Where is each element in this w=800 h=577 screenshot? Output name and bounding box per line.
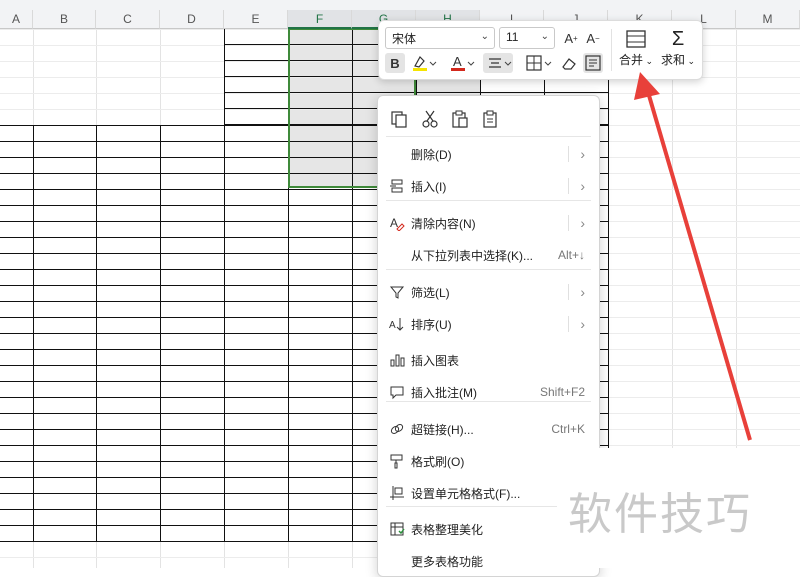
menu-item-label: 插入(I)	[411, 179, 447, 194]
menu-item[interactable]: 删除(D) ›	[378, 140, 599, 168]
chevron-right-icon: ›	[580, 316, 585, 332]
link-icon	[388, 420, 406, 438]
chevron-right-icon: ›	[580, 146, 585, 162]
bold-button[interactable]: B	[385, 53, 405, 73]
sigma-icon: Σ	[671, 27, 685, 50]
menu-item[interactable]: A 排序(U) ›	[378, 310, 599, 338]
submenu-divider	[568, 215, 569, 231]
shortcut-hint: Alt+↓	[557, 248, 585, 262]
column-header-m[interactable]: M	[736, 10, 800, 29]
menu-item[interactable]: 从下拉列表中选择(K)... Alt+↓	[378, 241, 599, 269]
submenu-divider	[568, 284, 569, 300]
sum-button[interactable]: Σ 求和 ⌄	[657, 27, 699, 75]
highlight-color-button[interactable]	[409, 53, 437, 73]
cut-icon[interactable]	[419, 108, 441, 130]
merge-label: 合并	[618, 53, 643, 67]
merge-button[interactable]: 合并 ⌄	[615, 27, 657, 75]
menu-item[interactable]: 插入(I) ›	[378, 172, 599, 200]
svg-text:A: A	[453, 54, 462, 69]
menu-item-label: 删除(D)	[411, 147, 452, 162]
toolbar-divider	[611, 29, 612, 71]
align-center-icon	[489, 58, 512, 68]
menu-item-label: 插入批注(M)	[411, 385, 477, 400]
eraser-icon	[562, 58, 576, 70]
paste-icon[interactable]	[449, 108, 471, 130]
wrap-text-button[interactable]	[583, 53, 603, 73]
shortcut-hint: Shift+F2	[539, 385, 585, 399]
column-header-a[interactable]: A	[0, 10, 33, 29]
filter-icon	[388, 283, 406, 301]
decrease-font-size-icon[interactable]: A −	[583, 28, 603, 48]
menu-item-label: 清除内容(N)	[411, 216, 476, 231]
font-name-select[interactable]: 宋体 ⌄	[385, 27, 495, 49]
submenu-divider	[568, 178, 569, 194]
align-center-button[interactable]	[483, 53, 513, 73]
sort-icon: A	[388, 315, 406, 333]
column-header-b[interactable]: B	[33, 10, 96, 29]
menu-item-label: 排序(U)	[411, 317, 452, 332]
sum-label: 求和	[660, 53, 685, 67]
bold-label: B	[390, 55, 400, 71]
submenu-divider	[568, 316, 569, 332]
font-color-icon: A	[451, 54, 475, 71]
menu-item-label: 设置单元格格式(F)...	[411, 486, 521, 501]
chevron-down-icon: ⌄	[642, 56, 654, 66]
increase-font-size-icon[interactable]: A +	[561, 28, 581, 48]
font-size-value: 11	[506, 30, 519, 44]
borders-icon	[526, 55, 552, 71]
chevron-right-icon: ›	[580, 215, 585, 231]
svg-text:A: A	[389, 320, 396, 331]
font-name-value: 宋体	[392, 32, 417, 46]
beautify-icon	[388, 520, 406, 538]
menu-divider	[386, 200, 591, 201]
highlight-icon	[413, 56, 437, 71]
font-color-button[interactable]: A	[447, 53, 475, 73]
chevron-down-icon: ⌄	[480, 31, 489, 42]
menu-item[interactable]: 超链接(H)... Ctrl+K	[378, 415, 599, 443]
menu-divider	[386, 401, 591, 402]
chevron-down-icon: ⌄	[540, 31, 549, 42]
chevron-right-icon: ›	[580, 178, 585, 194]
submenu-divider	[568, 146, 569, 162]
watermark-text: 软件技巧	[568, 489, 752, 540]
menu-item-label: 超链接(H)...	[411, 422, 474, 437]
menu-divider	[386, 269, 591, 270]
menu-item-label: 表格整理美化	[411, 522, 484, 537]
column-header-d[interactable]: D	[160, 10, 224, 29]
cell-format-icon	[388, 484, 406, 502]
column-header-f[interactable]: F	[288, 10, 352, 29]
menu-item[interactable]: 筛选(L) ›	[378, 278, 599, 306]
chevron-right-icon: ›	[580, 284, 585, 300]
menu-item-label: 更多表格功能	[411, 554, 484, 569]
menu-item-label: 格式刷(O)	[411, 454, 465, 469]
menu-divider	[386, 136, 591, 137]
menu-item[interactable]: A 清除内容(N) ›	[378, 209, 599, 237]
column-header-e[interactable]: E	[224, 10, 288, 29]
copy-icon[interactable]	[388, 108, 410, 130]
chart-icon	[388, 351, 406, 369]
svg-text:A: A	[390, 216, 398, 230]
clear-format-button[interactable]	[559, 53, 579, 73]
paste-special-icon[interactable]	[479, 108, 501, 130]
column-header-c[interactable]: C	[96, 10, 160, 29]
shortcut-hint: Ctrl+K	[551, 422, 585, 436]
merge-cells-icon	[626, 30, 646, 48]
wrap-text-icon	[585, 55, 601, 71]
clear-icon: A	[388, 214, 406, 232]
format-painter-icon	[388, 452, 406, 470]
menu-item-label: 从下拉列表中选择(K)...	[411, 248, 533, 263]
menu-item-label: 插入图表	[411, 353, 460, 368]
insert-icon	[388, 177, 406, 195]
floating-format-toolbar: 宋体 ⌄ 11 ⌄ A + A − B A 合并 ⌄ Σ 求和 ⌄	[378, 20, 703, 80]
menu-item[interactable]: 插入图表	[378, 346, 599, 374]
comment-icon	[388, 383, 406, 401]
chevron-down-icon: ⌄	[684, 56, 696, 66]
menu-item-label: 筛选(L)	[411, 285, 450, 300]
font-size-select[interactable]: 11 ⌄	[499, 27, 555, 49]
borders-button[interactable]	[523, 53, 553, 73]
